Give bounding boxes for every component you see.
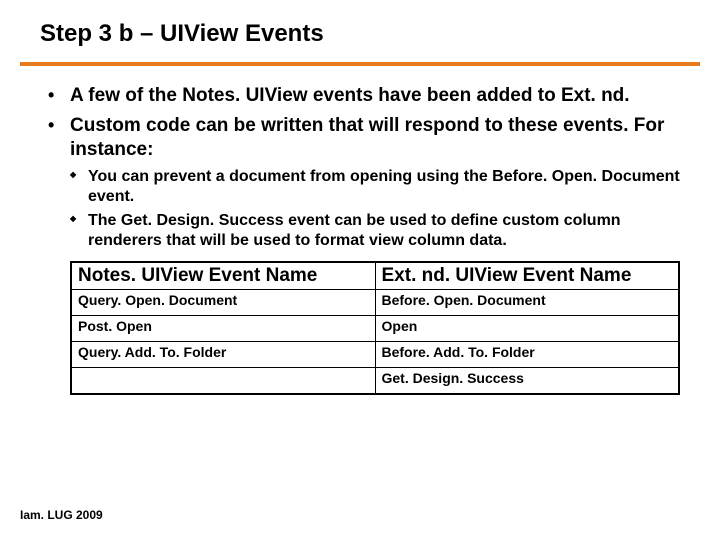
- table-cell: Before. Add. To. Folder: [375, 342, 679, 368]
- bullet-item: A few of the Notes. UIView events have b…: [70, 84, 680, 108]
- table-header: Notes. UIView Event Name: [71, 262, 375, 289]
- table-row: Get. Design. Success: [71, 368, 679, 394]
- table-cell: Query. Open. Document: [71, 290, 375, 316]
- main-bullet-list: A few of the Notes. UIView events have b…: [70, 84, 680, 395]
- table-cell: Open: [375, 316, 679, 342]
- table-row: Post. Open Open: [71, 316, 679, 342]
- bullet-item: Custom code can be written that will res…: [70, 114, 680, 395]
- divider: [20, 62, 700, 66]
- table-cell: Before. Open. Document: [375, 290, 679, 316]
- table-header-row: Notes. UIView Event Name Ext. nd. UIView…: [71, 262, 679, 289]
- table-cell: Query. Add. To. Folder: [71, 342, 375, 368]
- sub-bullet-item: You can prevent a document from opening …: [88, 167, 680, 207]
- table-cell: Get. Design. Success: [375, 368, 679, 394]
- sub-bullet-list: You can prevent a document from opening …: [88, 167, 680, 251]
- slide: Step 3 b – UIView Events A few of the No…: [0, 0, 720, 540]
- table-cell: [71, 368, 375, 394]
- bullet-text: Custom code can be written that will res…: [70, 115, 664, 160]
- events-table: Notes. UIView Event Name Ext. nd. UIView…: [70, 261, 680, 394]
- table-cell: Post. Open: [71, 316, 375, 342]
- table-header: Ext. nd. UIView Event Name: [375, 262, 679, 289]
- sub-bullet-item: The Get. Design. Success event can be us…: [88, 211, 680, 251]
- content-area: A few of the Notes. UIView events have b…: [0, 84, 720, 395]
- table-row: Query. Open. Document Before. Open. Docu…: [71, 290, 679, 316]
- slide-title: Step 3 b – UIView Events: [0, 20, 720, 56]
- footer-text: Iam. LUG 2009: [20, 508, 103, 522]
- table-row: Query. Add. To. Folder Before. Add. To. …: [71, 342, 679, 368]
